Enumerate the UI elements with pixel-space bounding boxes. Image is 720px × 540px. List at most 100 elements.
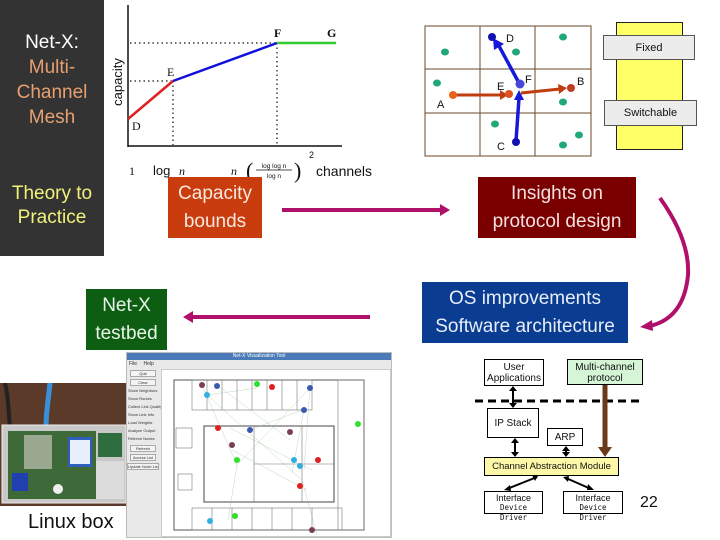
viz-checkbox[interactable]: Show Link Info <box>128 412 154 417</box>
arrowhead <box>183 311 193 323</box>
arch-multichannel-protocol: Multi-channel protocol <box>567 359 643 385</box>
viz-update-node-list-button[interactable]: Update Node List <box>127 463 159 470</box>
viz-tool-window[interactable]: Net-X Visualization Tool File Help Quit … <box>126 352 392 538</box>
viz-clear-button[interactable]: Clear <box>130 379 156 386</box>
idle-node <box>559 141 567 149</box>
chart-segment-ef <box>172 41 278 83</box>
testbed-box: Net-X testbed <box>86 289 167 350</box>
viz-menu-bar: File Help <box>129 361 159 367</box>
node-label: D <box>506 33 514 45</box>
arch-label: Device Driver <box>579 503 607 522</box>
linux-box-photo <box>0 383 127 506</box>
chart-point-label: D <box>132 119 141 133</box>
mesh-grid-diagram: A B C D E F <box>424 25 592 157</box>
arch-label: Interface <box>575 493 611 503</box>
chart-exponent: 2 <box>309 150 314 160</box>
sidebar-theory-line: Practice <box>17 207 87 228</box>
node-a <box>449 91 457 99</box>
node-c <box>512 138 520 146</box>
testbed-line: testbed <box>95 322 158 344</box>
viz-menu-help[interactable]: Help <box>143 361 153 367</box>
node-e <box>505 90 513 98</box>
insights-box: Insights on protocol design <box>478 177 636 238</box>
node-d <box>488 33 496 41</box>
arch-label: Multi-channel <box>575 362 635 373</box>
idle-node <box>559 98 567 106</box>
viz-quit-button[interactable]: Quit <box>130 370 156 377</box>
chart-xtick: 1 <box>129 164 135 178</box>
idle-node <box>433 79 441 87</box>
arch-channel-abstraction-module: Channel Abstraction Module <box>484 457 619 476</box>
sidebar-theory-line: Theory to <box>11 183 93 204</box>
sidebar-subtitle-line: Mesh <box>28 107 76 128</box>
node-label: A <box>437 99 445 111</box>
chart-xtick: n <box>231 164 237 178</box>
os-line: OS improvements <box>448 287 602 309</box>
page-number: 22 <box>640 494 658 511</box>
sidebar-subtitle-line: Multi- <box>28 57 76 78</box>
chart-frac-num: log log n <box>262 163 287 170</box>
viz-checkbox[interactable]: Collect Link Quality <box>128 404 162 409</box>
arch-user-applications: User Applications <box>484 359 544 386</box>
viz-checkbox[interactable]: Analyze Output <box>128 428 155 433</box>
viz-window-title: Net-X Visualization Tool <box>127 353 391 360</box>
capacity-chart: capacity D E F G 1 log n n ( log log n l… <box>110 5 372 183</box>
chart-xtick: n <box>179 164 185 178</box>
sidebar-subtitle-line: Channel <box>16 82 88 103</box>
arch-label: protocol <box>587 373 623 384</box>
chart-point-label: E <box>167 65 174 79</box>
idle-node <box>491 120 499 128</box>
os-line: Software architecture <box>435 315 615 337</box>
arrowhead <box>440 204 450 216</box>
arch-label: Interface <box>495 493 532 503</box>
capacity-bounds-box: Capacity bounds <box>168 177 262 238</box>
node-f <box>515 79 525 89</box>
idle-node <box>441 48 449 56</box>
viz-checkbox[interactable]: Show Routes <box>128 396 152 401</box>
chart-xlabel: channels <box>316 163 372 179</box>
idle-node <box>575 131 583 139</box>
viz-checkbox[interactable]: Refresh Nodes <box>128 436 155 441</box>
viz-menu-file[interactable]: File <box>129 361 137 367</box>
switchable-interface-label: Switchable <box>604 100 697 126</box>
chart-point-label: G <box>327 26 336 40</box>
node-label: C <box>497 141 505 153</box>
os-improvements-box: OS improvements Software architecture <box>422 282 628 343</box>
idle-node <box>512 48 520 56</box>
chart-segment-de <box>127 80 174 120</box>
chart-xtick: log <box>153 163 170 178</box>
arch-interface-driver: Interface Device Driver <box>484 491 543 522</box>
testbed-line: Net-X <box>102 294 151 316</box>
viz-refresh-button[interactable]: Refresh <box>130 445 156 452</box>
insights-line: Insights on <box>511 182 603 204</box>
viz-checkbox[interactable]: Show Neighbors <box>128 388 157 393</box>
sidebar-theory-label: Theory to Practice <box>0 182 104 230</box>
sidebar-subtitle: Multi- Channel Mesh <box>0 55 104 130</box>
node-label: F <box>525 74 532 86</box>
arch-arp: ARP <box>547 428 583 446</box>
chart-ylabel: capacity <box>110 58 125 106</box>
arch-label: Device Driver <box>499 503 528 522</box>
chart-point-label: F <box>274 26 281 40</box>
arrowhead <box>640 320 653 331</box>
linux-box-caption: Linux box <box>28 511 114 533</box>
capacity-bounds-line: Capacity <box>178 182 252 204</box>
viz-access-list-button[interactable]: Access List <box>130 454 156 461</box>
idle-node <box>559 33 567 41</box>
arch-label: Applications <box>487 373 541 384</box>
node-label: B <box>577 76 584 88</box>
sidebar-title: Net-X: <box>25 32 79 53</box>
chart-paren-close: ) <box>294 158 301 183</box>
viz-floor-map[interactable] <box>161 369 391 537</box>
viz-checkbox[interactable]: Load Weights <box>128 420 152 425</box>
connector-cam-if2 <box>565 477 592 490</box>
arch-label: User <box>503 362 525 373</box>
insights-line: protocol design <box>492 210 622 232</box>
connector-cam-if1 <box>506 476 538 490</box>
node-b <box>567 84 575 92</box>
viz-control-panel: Quit Clear Show Neighbors Show Routes Co… <box>127 369 162 537</box>
chart-frac-den: log n <box>267 173 281 180</box>
sidebar-panel: Net-X: Multi- Channel Mesh Theory to Pra… <box>0 0 104 256</box>
fixed-interface-label: Fixed <box>603 35 695 60</box>
capacity-bounds-line: bounds <box>183 210 247 232</box>
